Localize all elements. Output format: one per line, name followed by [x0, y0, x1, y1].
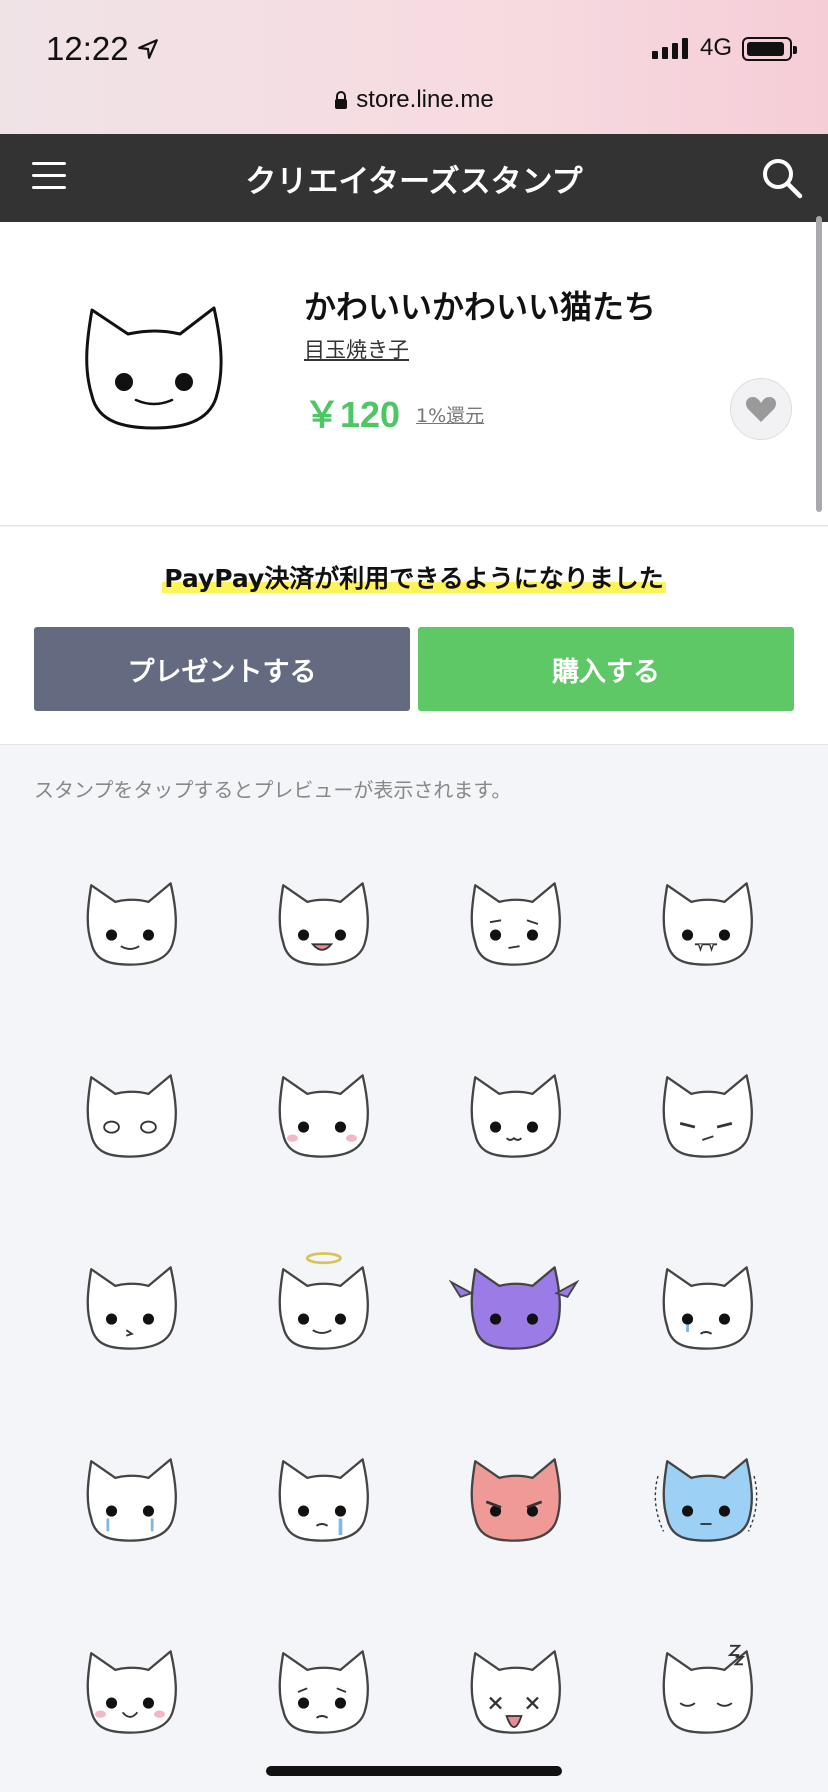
- cat-pout-image: [86, 1266, 177, 1350]
- home-indicator[interactable]: [266, 1766, 562, 1776]
- sticker-cat-fang[interactable]: [610, 828, 802, 1020]
- product-title: かわいいかわいい猫たち: [304, 288, 657, 326]
- product-main-image: [85, 306, 223, 430]
- cat-smug-image: [662, 1074, 753, 1158]
- sticker-cat-smile[interactable]: [34, 828, 226, 1020]
- price: ￥120: [304, 394, 401, 435]
- search-icon[interactable]: [760, 156, 804, 200]
- cat-fang-image: [662, 882, 753, 966]
- sticker-cat-teary[interactable]: [34, 1404, 226, 1596]
- sticker-cat-angry[interactable]: [418, 1404, 610, 1596]
- sticker-cat-worried[interactable]: [226, 1596, 418, 1788]
- sticker-cat-blush[interactable]: [226, 1020, 418, 1212]
- paypay-notice: PayPay決済が利用できるようになりました: [0, 559, 828, 595]
- cat-shocked-image: [654, 1458, 758, 1542]
- sticker-cat-angel[interactable]: [226, 1212, 418, 1404]
- heart-icon: [745, 397, 777, 422]
- sticker-cat-smug[interactable]: [610, 1020, 802, 1212]
- cat-smile-image: [86, 882, 177, 966]
- sticker-cat-shocked[interactable]: [610, 1404, 802, 1596]
- cat-wide-eyes-image: [86, 1074, 177, 1158]
- site-header: クリエイターズスタンプ: [0, 134, 828, 222]
- reward-link[interactable]: 1%還元: [416, 401, 484, 428]
- cat-puzzled-image: [470, 882, 561, 966]
- sticker-cat-puzzled[interactable]: [418, 828, 610, 1020]
- cat-sleeping-image: [662, 1644, 753, 1734]
- cat-angel-image: [278, 1252, 369, 1350]
- sticker-cat-grin[interactable]: [226, 828, 418, 1020]
- cat-devil-image: [448, 1266, 580, 1350]
- status-time-text: 12:22: [46, 30, 129, 67]
- sticker-cat-sad[interactable]: [610, 1212, 802, 1404]
- cat-sad-image: [662, 1266, 753, 1350]
- scrollbar[interactable]: [816, 216, 822, 512]
- cat-blush-image: [278, 1074, 369, 1158]
- sticker-cat-crying[interactable]: [226, 1404, 418, 1596]
- lock-icon: [335, 91, 348, 109]
- cat-crying-image: [278, 1458, 369, 1542]
- address-bar[interactable]: store.line.me: [0, 86, 828, 114]
- product-summary: かわいいかわいい猫たち 目玉焼き子 ￥120 1%還元: [0, 222, 828, 526]
- author-link[interactable]: 目玉焼き子: [304, 334, 409, 364]
- status-time: 12:22: [46, 30, 159, 68]
- network-type: 4G: [700, 34, 733, 61]
- page-title: クリエイターズスタンプ: [245, 164, 583, 200]
- sticker-cat-wide-eyes[interactable]: [34, 1020, 226, 1212]
- sticker-cat-devil[interactable]: [418, 1212, 610, 1404]
- cat-cheerful-image: [86, 1650, 177, 1734]
- sticker-cat-sleeping[interactable]: [610, 1596, 802, 1788]
- status-bar: 12:22 4G store.line.me: [0, 0, 828, 134]
- battery-icon: [742, 37, 797, 61]
- cat-dizzy-image: [470, 1650, 561, 1734]
- sticker-grid: [34, 828, 802, 1788]
- sticker-cat-happy-mouth[interactable]: [418, 1020, 610, 1212]
- cat-happy-mouth-image: [470, 1074, 561, 1158]
- cat-grin-image: [278, 882, 369, 966]
- cellular-signal-icon: [652, 38, 688, 59]
- cat-angry-image: [470, 1458, 561, 1542]
- present-button[interactable]: プレゼントする: [34, 627, 410, 711]
- preview-hint: スタンプをタップするとプレビューが表示されます。: [34, 778, 512, 802]
- url-text: store.line.me: [356, 86, 494, 113]
- paypay-notice-text: PayPay決済が利用できるようになりました: [162, 564, 666, 593]
- buy-button[interactable]: 購入する: [418, 627, 794, 711]
- location-arrow-icon: [137, 39, 158, 59]
- cat-worried-image: [278, 1650, 369, 1734]
- cat-teary-image: [86, 1458, 177, 1542]
- favorite-button[interactable]: [730, 378, 792, 440]
- purchase-section: PayPay決済が利用できるようになりました プレゼントする 購入する: [0, 527, 828, 745]
- sticker-cat-dizzy[interactable]: [418, 1596, 610, 1788]
- sticker-cat-cheerful[interactable]: [34, 1596, 226, 1788]
- sticker-cat-pout[interactable]: [34, 1212, 226, 1404]
